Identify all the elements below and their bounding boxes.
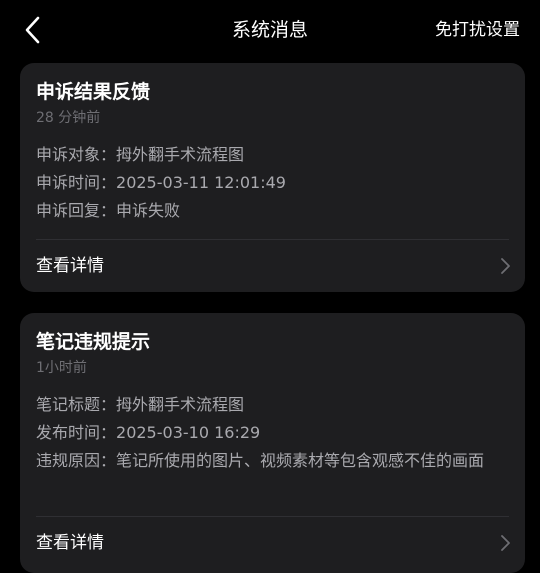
field-label: 笔记标题： (36, 395, 117, 414)
message-title: 申诉结果反馈 (36, 81, 151, 103)
chevron-right-icon (499, 534, 511, 552)
message-time: 1小时前 (36, 360, 87, 376)
field-label: 申诉对象： (36, 145, 117, 164)
field-label: 申诉回复： (36, 201, 117, 220)
message-field-violation-reason: 违规原因：笔记所使用的图片、视频素材等包含观感不佳的画面 (36, 447, 511, 475)
view-details-label: 查看详情 (36, 256, 104, 276)
field-value: 拇外翻手术流程图 (116, 145, 245, 164)
view-details-label: 查看详情 (36, 533, 104, 553)
field-label: 申诉时间： (36, 173, 117, 192)
chevron-left-icon (25, 16, 40, 44)
field-value: 2025-03-10 16:29 (116, 423, 261, 442)
field-label: 发布时间： (36, 423, 117, 442)
message-field-appeal-time: 申诉时间：2025-03-11 12:01:49 (36, 169, 511, 197)
message-time: 28 分钟前 (36, 110, 101, 126)
view-details-button[interactable]: 查看详情 (20, 517, 525, 569)
chevron-right-icon (499, 257, 511, 275)
message-body: 笔记标题：拇外翻手术流程图 发布时间：2025-03-10 16:29 违规原因… (36, 391, 511, 475)
field-value: 笔记所使用的图片、视频素材等包含观感不佳的画面 (116, 451, 485, 470)
message-card-appeal-result: 申诉结果反馈 28 分钟前 申诉对象：拇外翻手术流程图 申诉时间：2025-03… (20, 63, 525, 292)
do-not-disturb-settings-button[interactable]: 免打扰设置 (435, 19, 520, 41)
message-title: 笔记违规提示 (36, 331, 151, 353)
message-field-appeal-target: 申诉对象：拇外翻手术流程图 (36, 141, 511, 169)
view-details-button[interactable]: 查看详情 (20, 240, 525, 292)
message-field-note-title: 笔记标题：拇外翻手术流程图 (36, 391, 511, 419)
back-button[interactable] (18, 14, 50, 46)
message-field-publish-time: 发布时间：2025-03-10 16:29 (36, 419, 511, 447)
message-field-appeal-reply: 申诉回复：申诉失败 (36, 197, 511, 225)
field-value: 拇外翻手术流程图 (116, 395, 245, 414)
message-body: 申诉对象：拇外翻手术流程图 申诉时间：2025-03-11 12:01:49 申… (36, 141, 511, 225)
message-card-note-violation: 笔记违规提示 1小时前 笔记标题：拇外翻手术流程图 发布时间：2025-03-1… (20, 313, 525, 573)
nav-bar: 系统消息 免打扰设置 (0, 0, 540, 60)
field-value: 2025-03-11 12:01:49 (116, 173, 286, 192)
field-value: 申诉失败 (116, 201, 181, 220)
field-label: 违规原因： (36, 451, 117, 470)
